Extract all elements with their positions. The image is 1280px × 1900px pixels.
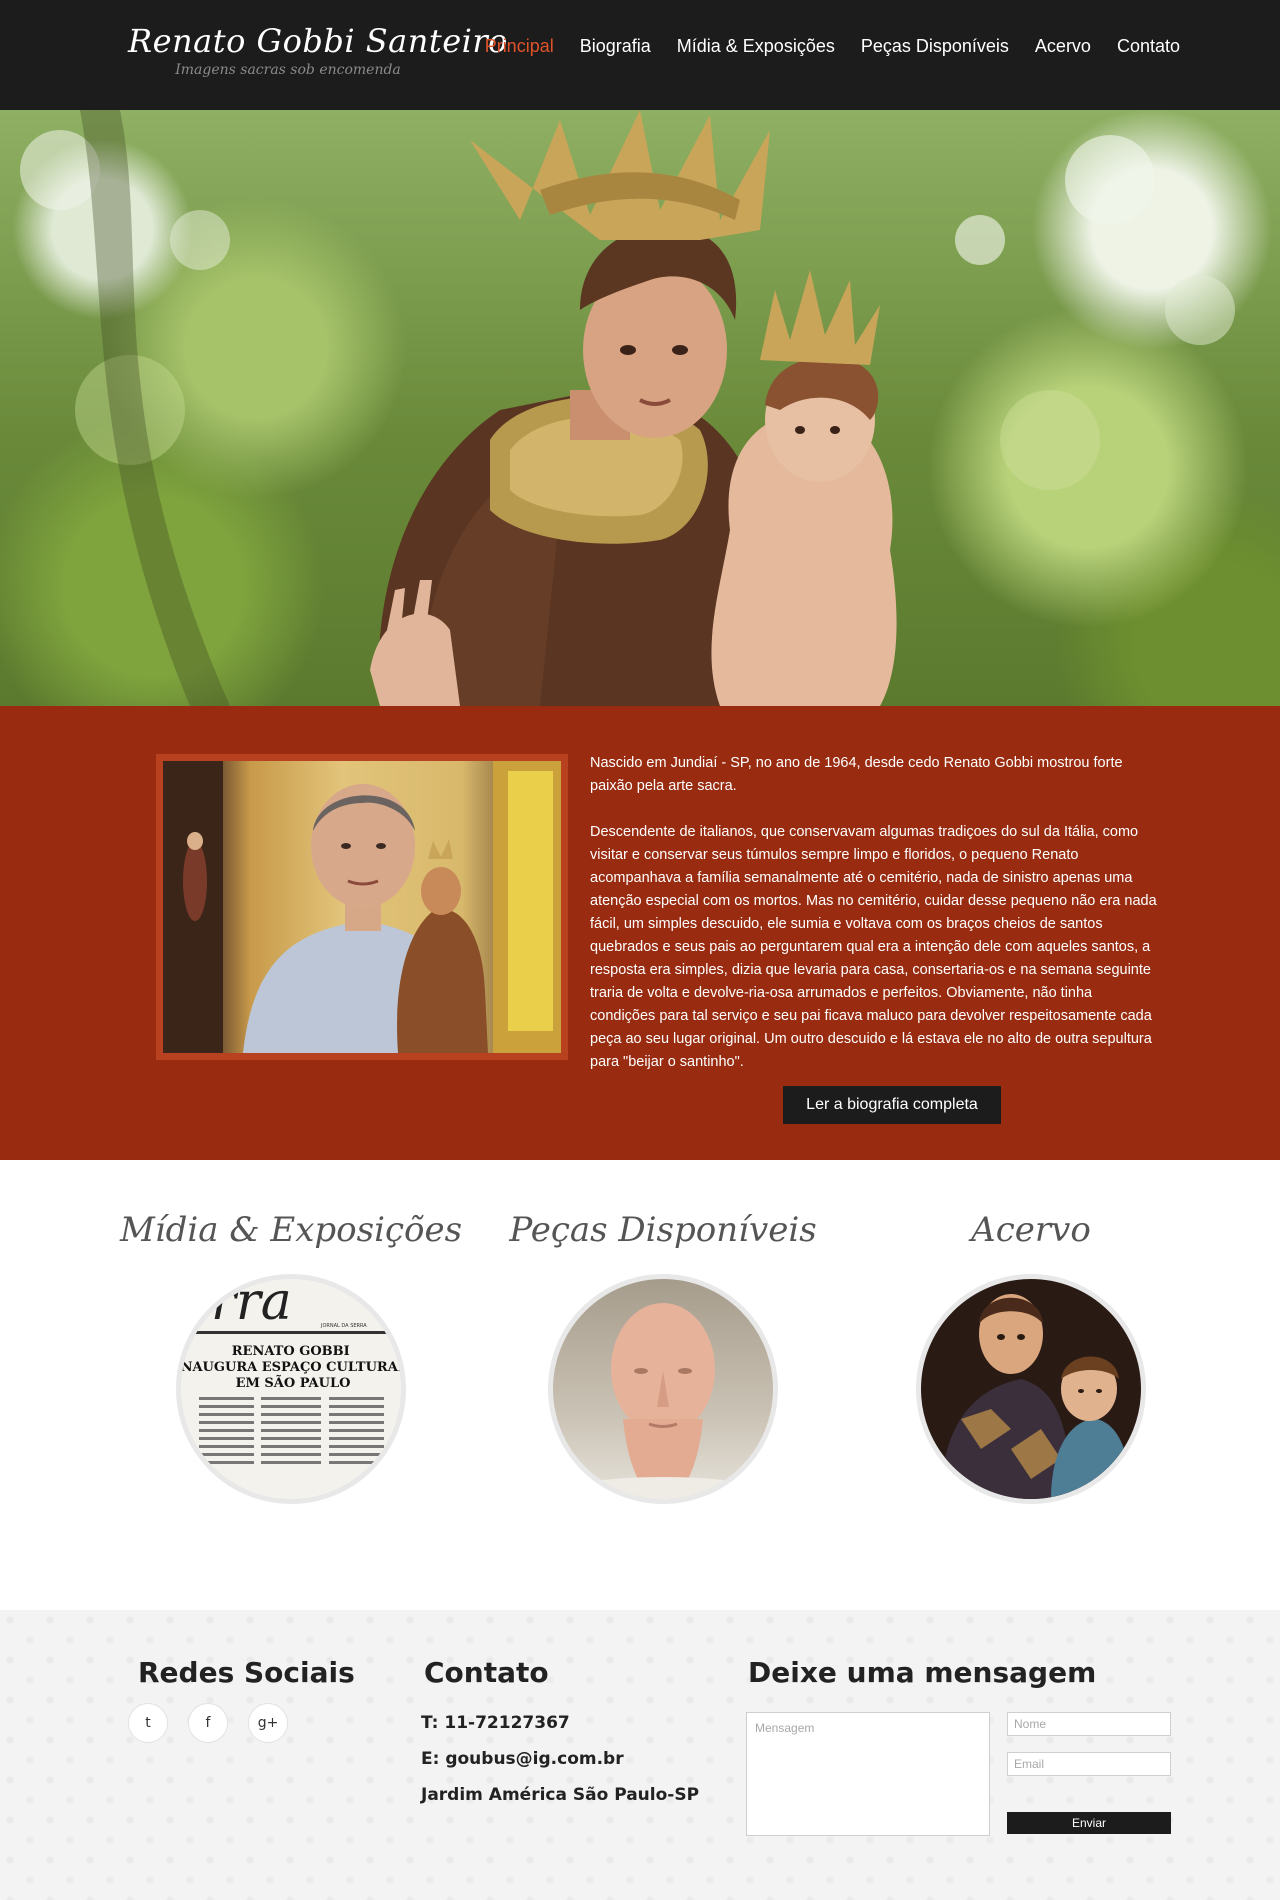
social-icons: t f g+ [128,1703,355,1743]
site-header: Renato Gobbi Santeiro Imagens sacras sob… [0,0,1280,110]
contact-address: Jardim América São Paulo-SP [421,1785,700,1805]
clipping-headline: RENATO GOBBI INAUGURA ESPAÇO CULTURAL EM… [181,1344,401,1391]
feature-pecas-disponiveis: Peças Disponíveis [478,1210,848,1504]
bio-section: Nascido em Jundiaí - SP, no ano de 1964,… [0,706,1280,1160]
feature-acervo: Acervo [846,1210,1216,1504]
nav-item-midia-exposicoes[interactable]: Mídia & Exposições [677,36,835,57]
bio-paragraph-1: Nascido em Jundiaí - SP, no ano de 1964,… [590,755,1123,794]
bio-photo [163,761,561,1053]
nav-item-principal[interactable]: Principal [485,36,554,57]
bio-paragraph-2: Descendente de italianos, que conservava… [590,824,1157,1070]
nav-item-acervo[interactable]: Acervo [1035,36,1091,57]
contact-title: Contato [424,1656,549,1689]
nav-item-biografia[interactable]: Biografia [580,36,651,57]
email-input[interactable] [1007,1752,1171,1776]
hero-banner [0,110,1280,706]
bio-text: Nascido em Jundiaí - SP, no ano de 1964,… [590,752,1160,1097]
contact-email[interactable]: E: goubus@ig.com.br [421,1741,699,1777]
message-textarea[interactable] [746,1712,990,1836]
site-logo[interactable]: Renato Gobbi Santeiro Imagens sacras sob… [128,22,508,78]
logo-subtitle: Imagens sacras sob encomenda [175,62,401,78]
google-plus-icon[interactable]: g+ [248,1703,288,1743]
feature-image-sculpted-head[interactable] [548,1274,778,1504]
clipping-masthead: rra [211,1279,292,1332]
feature-title-pecas[interactable]: Peças Disponíveis [478,1210,848,1250]
contact-phone: T: 11-72127367 [421,1713,570,1733]
features-section: Mídia & Exposições rra JORNAL DA SERRA R… [0,1160,1280,1610]
feature-title-acervo[interactable]: Acervo [846,1210,1216,1250]
feature-image-saint-with-child[interactable] [916,1274,1146,1504]
social-title: Redes Sociais [138,1656,355,1689]
logo-title: Renato Gobbi Santeiro [128,22,508,60]
name-input[interactable] [1007,1712,1171,1736]
feature-image-newspaper[interactable]: rra JORNAL DA SERRA RENATO GOBBI INAUGUR… [176,1274,406,1504]
bio-photo-frame [156,754,568,1060]
contact-section: Contato T: 11-72127367 E: goubus@ig.com.… [421,1656,699,1813]
feature-midia-exposicoes: Mídia & Exposições rra JORNAL DA SERRA R… [106,1210,476,1504]
read-full-bio-button[interactable]: Ler a biografia completa [783,1086,1001,1124]
social-section: Redes Sociais t f g+ [128,1656,355,1743]
site-footer: Redes Sociais t f g+ Contato T: 11-72127… [0,1610,1280,1900]
nav-item-contato[interactable]: Contato [1117,36,1180,57]
message-section: Deixe uma mensagem [748,1656,1096,1689]
message-title: Deixe uma mensagem [748,1656,1097,1689]
feature-title-midia[interactable]: Mídia & Exposições [106,1210,476,1250]
contact-details: T: 11-72127367 E: goubus@ig.com.br Jardi… [421,1705,699,1813]
hero-statue-image [20,110,1235,706]
nav-item-pecas-disponiveis[interactable]: Peças Disponíveis [861,36,1009,57]
send-message-button[interactable]: Enviar [1007,1812,1171,1834]
clipping-paper-name: JORNAL DA SERRA [320,1323,367,1329]
twitter-icon[interactable]: t [128,1703,168,1743]
main-nav: Principal Biografia Mídia & Exposições P… [485,36,1180,57]
facebook-icon[interactable]: f [188,1703,228,1743]
